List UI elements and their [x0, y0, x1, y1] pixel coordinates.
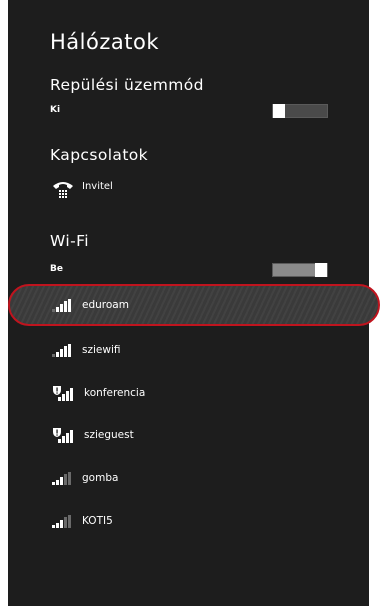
wifi-title: Wi-Fi	[50, 232, 89, 250]
airplane-mode-title: Repülési üzemmód	[50, 76, 204, 94]
network-label: eduroam	[82, 299, 129, 311]
network-label: gomba	[82, 472, 119, 484]
wifi-state: Be	[50, 264, 63, 274]
airplane-mode-state: Ki	[50, 105, 61, 115]
network-item-eduroam[interactable]: eduroam	[52, 294, 129, 316]
wifi-signal-icon	[52, 343, 72, 357]
network-label: szieguest	[84, 429, 134, 441]
panel-title: Hálózatok	[50, 30, 159, 54]
wifi-signal-icon	[52, 471, 72, 485]
network-label: konferencia	[84, 387, 146, 399]
connection-item-invitel[interactable]: Invitel	[52, 178, 113, 202]
network-item-gomba[interactable]: gomba	[52, 467, 118, 489]
wifi-toggle[interactable]	[272, 263, 328, 277]
toggle-thumb	[273, 104, 285, 118]
toggle-thumb	[315, 263, 327, 277]
wifi-signal-icon	[52, 514, 72, 528]
network-item-koti5[interactable]: KOTI5	[52, 510, 113, 532]
network-label: KOTI5	[82, 515, 113, 527]
wifi-signal-icon	[52, 298, 72, 312]
airplane-mode-toggle[interactable]	[272, 104, 328, 118]
network-item-konferencia[interactable]: konferencia	[52, 382, 145, 404]
network-label: sziewifi	[82, 344, 121, 356]
networks-panel: Hálózatok Repülési üzemmód Ki Kapcsolato…	[8, 0, 380, 606]
connection-label: Invitel	[82, 181, 113, 192]
wifi-warning-icon	[52, 427, 74, 443]
phone-dialup-icon	[52, 178, 74, 204]
network-item-sziewifi[interactable]: sziewifi	[52, 339, 120, 361]
network-item-szieguest[interactable]: szieguest	[52, 424, 134, 446]
connections-title: Kapcsolatok	[50, 146, 149, 164]
wifi-warning-icon	[52, 385, 74, 401]
